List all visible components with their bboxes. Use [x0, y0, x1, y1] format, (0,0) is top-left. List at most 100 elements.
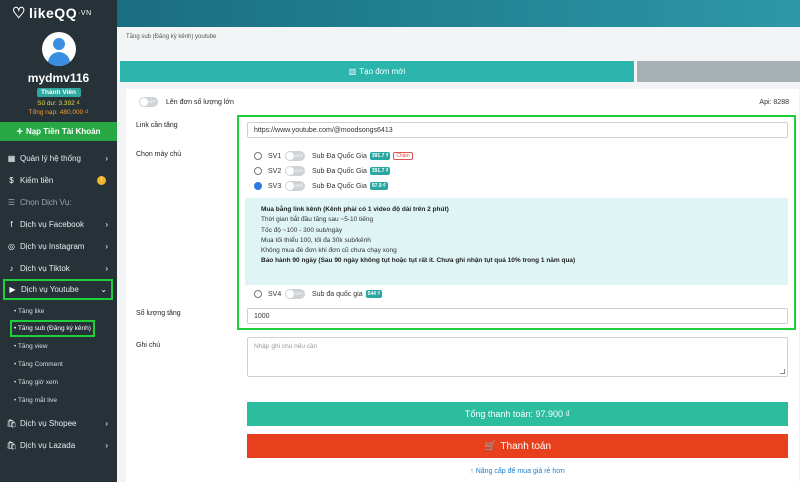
topup-button[interactable]: + Nạp Tiền Tài Khoản: [0, 122, 117, 141]
sidebar-item-label: Dịch vụ Shopee: [20, 418, 77, 428]
tab-create-order[interactable]: ▥ Tạo đơn mới: [120, 61, 634, 82]
sidebar-item-label: Dịch vụ Lazada: [20, 440, 76, 450]
building-icon: ▥: [348, 67, 357, 76]
radio-sv1[interactable]: [254, 152, 262, 160]
subitem-sub[interactable]: • Tăng sub (Đăng ký kênh): [10, 320, 95, 337]
sidebar-item-youtube[interactable]: ▶ Dịch vụ Youtube ⌄: [3, 279, 113, 300]
breadcrumb: Tăng sub (Đăng ký kênh) youtube: [126, 34, 217, 40]
chevron-right-icon: ›: [105, 219, 108, 229]
grid-icon: ▦: [7, 153, 16, 163]
server-option-sv4[interactable]: SV4 OFF Sub đa quốc gia 544 ₫: [254, 289, 382, 299]
note-label: Ghi chú: [136, 342, 161, 349]
brand-logo[interactable]: ♡ likeQQ ·VN: [0, 0, 117, 26]
role-badge: Thành Viên: [36, 88, 81, 97]
user-avatar-icon: [52, 38, 65, 50]
topup-label: Nạp Tiền Tài Khoản: [25, 127, 101, 136]
chevron-right-icon: ›: [105, 418, 108, 428]
brand-suffix: ·VN: [78, 9, 92, 17]
sidebar-item-label: Kiếm tiền: [20, 175, 54, 185]
balance-text: Số dư: 3.392 ₫: [37, 100, 80, 107]
link-label: Link cần tăng: [136, 122, 178, 129]
main-content: Tăng sub (Đăng ký kênh) youtube ▥ Tạo đơ…: [117, 27, 800, 482]
tab-order-history[interactable]: [637, 61, 800, 82]
toggle-sv3[interactable]: OFF: [285, 181, 305, 191]
price-badge: 544 ₫: [365, 290, 382, 298]
subitem-like[interactable]: • Tăng like: [0, 302, 117, 320]
info-line: Không mua đè đơn khi đơn cũ chưa chạy xo…: [261, 247, 397, 255]
username: mydmv116: [27, 71, 90, 85]
info-line: Bảo hành 90 ngày (Sau 90 ngày không tụt …: [261, 257, 576, 265]
info-line: Tốc độ ~100 - 300 sub/ngày: [261, 226, 343, 234]
facebook-icon: f: [10, 219, 13, 229]
sidebar-item-earn[interactable]: $ Kiếm tiền !: [0, 169, 117, 191]
server-label: Chọn máy chủ: [136, 151, 182, 158]
server-option-sv1[interactable]: SV1 OFF Sub Đa Quốc Gia 391.7 ₫ Chậm: [254, 151, 413, 161]
price-badge: 391.7 ₫: [369, 167, 391, 175]
shopping-bag-icon: 🛍: [6, 418, 17, 428]
sidebar-item-label: Dịch vụ Youtube: [21, 285, 79, 294]
info-line: Mua tối thiểu 100, tối đa 30k sub/kênh: [261, 236, 371, 244]
instagram-icon: ◎: [8, 241, 15, 251]
pay-button[interactable]: 🛒 Thanh toán: [247, 434, 788, 458]
sidebar-item-label: Dịch vụ Instagram: [20, 241, 85, 251]
toggle-sv1[interactable]: OFF: [285, 151, 305, 161]
sidebar-item-lazada[interactable]: 🛍 Dịch vụ Lazada ›: [0, 434, 117, 456]
note-textarea[interactable]: Nhập ghi chú nếu cần: [247, 337, 788, 377]
total-payment-bar: Tổng thanh toán: 97.900 ₫: [247, 402, 788, 426]
sidebar-item-system[interactable]: ▦ Quản lý hệ thống ›: [0, 147, 117, 169]
info-line: Thời gian bắt đầu tăng sau ~5-10 tiếng: [261, 216, 374, 224]
services-section-header: ☰ Chọn Dịch Vụ:: [7, 197, 72, 207]
dollar-icon: $: [9, 175, 14, 185]
server-option-sv2[interactable]: SV2 OFF Sub Đa Quốc Gia 391.7 ₫: [254, 166, 391, 176]
tab-bar: ▥ Tạo đơn mới: [120, 61, 800, 82]
radio-sv3-checked[interactable]: [254, 182, 262, 190]
order-form: OFF Lên đơn số lượng lớn Api: 8288 Link …: [126, 89, 799, 482]
upgrade-link[interactable]: ↑ Nâng cấp để mua giá rẻ hơn: [247, 468, 788, 475]
sidebar-item-shopee[interactable]: 🛍 Dịch vụ Shopee ›: [0, 412, 117, 434]
shopping-bag-icon: 🛍: [6, 440, 17, 450]
subitem-comment[interactable]: • Tăng Comment: [0, 355, 117, 373]
server-info-box: Mua bằng link kênh (Kênh phải có 1 video…: [245, 198, 788, 285]
note-placeholder: Nhập ghi chú nếu cần: [254, 343, 318, 350]
sidebar-item-label: Dịch vụ Tiktok: [20, 263, 70, 273]
bulk-order-toggle[interactable]: OFF: [139, 97, 158, 107]
sidebar-item-label: Dịch vụ Facebook: [20, 219, 85, 229]
server-option-sv3[interactable]: SV3 OFF Sub Đa Quốc Gia 97.9 ₫: [254, 181, 388, 191]
subitem-watchtime[interactable]: • Tăng giờ xem: [0, 373, 117, 391]
info-line: Mua bằng link kênh (Kênh phải có 1 video…: [261, 206, 449, 213]
plus-icon: +: [16, 125, 23, 138]
bell-icon: !: [97, 175, 106, 185]
total-topup-text: Tổng nạp: 480.000 ₫: [28, 109, 89, 116]
link-input[interactable]: https://www.youtube.com/@moodsongs6413: [247, 122, 788, 138]
cart-icon: 🛒: [483, 440, 497, 452]
chevron-right-icon: ›: [105, 440, 108, 450]
chevron-right-icon: ›: [105, 241, 108, 251]
resize-handle-icon[interactable]: [780, 369, 785, 374]
radio-sv4[interactable]: [254, 290, 262, 298]
price-badge: 97.9 ₫: [369, 182, 388, 190]
quantity-label: Số lượng tăng: [136, 310, 181, 317]
youtube-icon: ▶: [9, 285, 16, 294]
toggle-sv2[interactable]: OFF: [285, 166, 305, 176]
slow-badge: Chậm: [393, 152, 413, 160]
sidebar-item-tiktok[interactable]: ♪ Dịch vụ Tiktok ›: [0, 257, 117, 279]
chevron-right-icon: ›: [105, 153, 108, 163]
top-bar: [117, 0, 800, 27]
sidebar: ♡ likeQQ ·VN mydmv116 Thành Viên Số dư: …: [0, 0, 117, 482]
bulk-order-label: Lên đơn số lượng lớn: [166, 98, 234, 106]
sidebar-item-facebook[interactable]: f Dịch vụ Facebook ›: [0, 213, 117, 235]
sidebar-item-label: Quản lý hệ thống: [20, 153, 81, 163]
sidebar-item-instagram[interactable]: ◎ Dịch vụ Instagram ›: [0, 235, 117, 257]
heart-logo-icon: ♡: [12, 5, 26, 22]
tiktok-icon: ♪: [9, 263, 14, 273]
subitem-live[interactable]: • Tăng mắt live: [0, 391, 117, 409]
api-label: Api: 8288: [759, 99, 789, 106]
quantity-input[interactable]: 1000: [247, 308, 788, 324]
price-badge: 391.7 ₫: [369, 152, 391, 160]
toggle-sv4[interactable]: OFF: [285, 289, 305, 299]
list-icon: ☰: [7, 197, 16, 207]
avatar[interactable]: [41, 32, 76, 66]
subitem-view[interactable]: • Tăng view: [0, 337, 117, 355]
radio-sv2[interactable]: [254, 167, 262, 175]
chevron-down-icon: ⌄: [100, 285, 107, 294]
